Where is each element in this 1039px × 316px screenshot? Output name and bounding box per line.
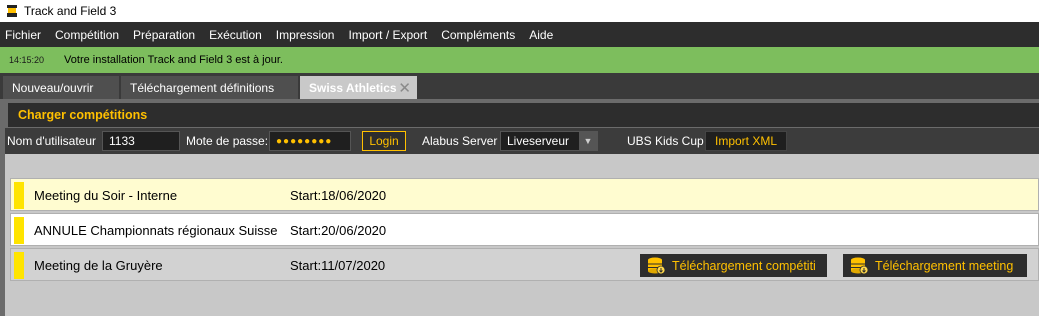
login-button[interactable]: Login	[362, 131, 406, 151]
competition-row[interactable]: Meeting de la Gruyère Start:11/07/2020 T…	[10, 248, 1039, 281]
tab-label: Nouveau/ouvrir	[12, 80, 94, 95]
list-header-spacer	[5, 154, 1039, 176]
tab-label: Téléchargement définitions	[130, 80, 275, 95]
username-field[interactable]: 1133	[102, 131, 180, 151]
download-competition-button[interactable]: Téléchargement compétiti	[640, 254, 827, 277]
download-meeting-button[interactable]: Téléchargement meeting	[843, 254, 1027, 277]
window-title: Track and Field 3	[24, 4, 117, 18]
competition-start: Start:11/07/2020	[290, 258, 386, 273]
competition-start: Start:18/06/2020	[290, 188, 387, 203]
competition-row[interactable]: ANNULE Championnats régionaux Suisse Sta…	[10, 213, 1039, 246]
notification-time: 14:15:20	[9, 55, 45, 65]
competition-name: ANNULE Championnats régionaux Suisse	[34, 223, 278, 238]
chevron-down-icon[interactable]: ▼	[579, 132, 597, 150]
competition-list: Meeting du Soir - Interne Start:18/06/20…	[5, 154, 1039, 316]
tab-strip: Nouveau/ouvrir Téléchargement définition…	[0, 73, 1039, 99]
menu-bar: Fichier Compétition Préparation Exécutio…	[0, 22, 1039, 47]
row-marker	[14, 217, 24, 244]
server-select-value: Liveserveur	[507, 134, 570, 148]
section-title: Charger compétitions	[8, 103, 1039, 127]
notification-bar: 14:15:20 Votre installation Track and Fi…	[0, 47, 1039, 73]
menu-impression[interactable]: Impression	[276, 28, 335, 42]
competition-name: Meeting de la Gruyère	[34, 258, 163, 273]
menu-competition[interactable]: Compétition	[55, 28, 119, 42]
password-label: Mote de passe:	[186, 134, 269, 148]
server-label: Alabus Server	[422, 134, 498, 148]
username-label: Nom d'utilisateur	[7, 134, 96, 148]
tab-label: Swiss Athletics	[309, 80, 397, 95]
kids-cup-label: UBS Kids Cup	[627, 134, 704, 148]
menu-complements[interactable]: Compléments	[441, 28, 515, 42]
menu-aide[interactable]: Aide	[529, 28, 553, 42]
download-meeting-label: Téléchargement meeting	[875, 258, 1014, 273]
competition-name: Meeting du Soir - Interne	[34, 188, 178, 203]
password-field[interactable]: ●●●●●●●●	[269, 131, 351, 151]
notification-message: Votre installation Track and Field 3 est…	[64, 54, 283, 66]
database-download-icon	[851, 257, 869, 274]
server-select[interactable]: Liveserveur ▼	[500, 131, 598, 151]
menu-preparation[interactable]: Préparation	[133, 28, 195, 42]
menu-import-export[interactable]: Import / Export	[348, 28, 427, 42]
competition-start: Start:20/06/2020	[290, 223, 387, 238]
row-marker	[14, 182, 24, 209]
download-competition-label: Téléchargement compétiti	[672, 258, 816, 273]
competition-row[interactable]: Meeting du Soir - Interne Start:18/06/20…	[10, 178, 1039, 211]
login-toolbar: Nom d'utilisateur 1133 Mote de passe: ●●…	[5, 128, 1039, 154]
title-bar: Track and Field 3	[0, 0, 1039, 22]
menu-execution[interactable]: Exécution	[209, 28, 262, 42]
tab-nouveau-ouvrir[interactable]: Nouveau/ouvrir	[3, 76, 120, 99]
close-icon[interactable]: ✕	[398, 79, 411, 97]
tab-swiss-athletics[interactable]: Swiss Athletics ✕	[300, 76, 418, 99]
app-icon	[7, 5, 17, 17]
import-xml-button[interactable]: Import XML	[705, 131, 787, 151]
tab-telechargement-definitions[interactable]: Téléchargement définitions	[121, 76, 299, 99]
menu-fichier[interactable]: Fichier	[5, 28, 41, 42]
row-marker	[14, 252, 24, 279]
database-download-icon	[648, 257, 666, 274]
